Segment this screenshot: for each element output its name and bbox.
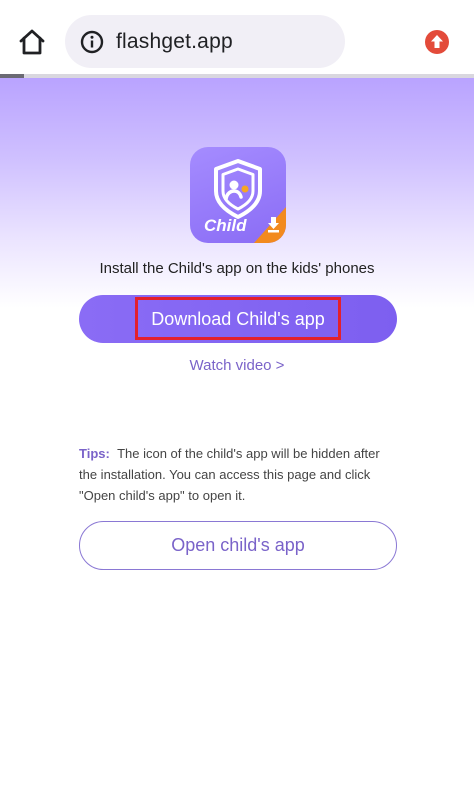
download-childs-app-button[interactable]: Download Child's app [79,295,397,343]
install-instruction: Install the Child's app on the kids' pho… [99,260,375,277]
tips-section: Tips: The icon of the child's app will b… [79,443,399,506]
upload-icon [425,30,449,54]
url-text: flashget.app [116,29,233,53]
home-button[interactable] [14,24,50,60]
watch-video-link[interactable]: Watch video > [0,357,474,374]
browser-toolbar: flashget.app [0,0,474,78]
upload-button[interactable] [423,28,451,56]
child-app-icon: Child [190,147,286,243]
home-icon [19,29,45,55]
info-icon[interactable] [79,29,105,55]
shield-icon [214,159,262,219]
download-button-label: Download Child's app [151,308,325,329]
tips-label: Tips: [79,446,110,461]
address-bar[interactable]: flashget.app [65,15,345,68]
tips-text: The icon of the child's app will be hidd… [79,446,380,503]
open-childs-app-button[interactable]: Open child's app [79,521,397,570]
app-icon-label: Child [204,216,247,235]
open-button-label: Open child's app [171,535,305,555]
page: flashget.app Child Install the Child's a… [0,0,474,797]
